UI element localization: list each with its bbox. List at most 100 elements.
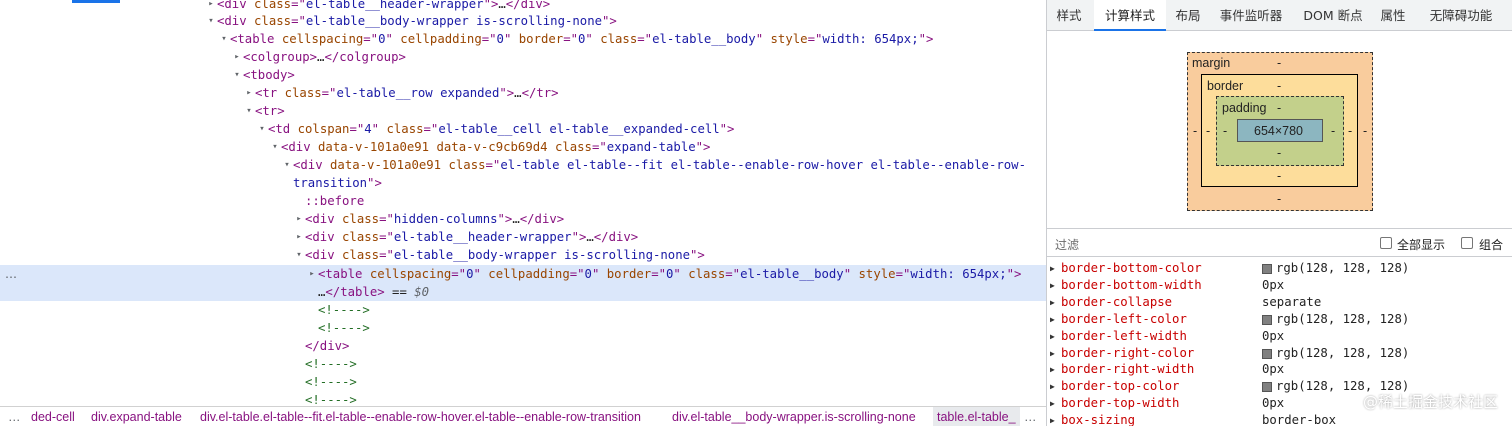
collapse-triangle-icon[interactable]: ▾ bbox=[256, 120, 268, 138]
padding-top-value[interactable]: - bbox=[1277, 101, 1281, 115]
property-value: 0px bbox=[1262, 362, 1285, 377]
expand-triangle-icon[interactable]: ▸ bbox=[243, 84, 255, 102]
color-swatch[interactable] bbox=[1262, 382, 1272, 393]
tree-node[interactable]: ▸ <div class="hidden-columns">…</div> bbox=[0, 210, 1046, 228]
computed-property-row[interactable]: ▶ border-bottom-width 0px bbox=[1047, 277, 1512, 294]
tree-node[interactable]: ▾ <table cellspacing="0" cellpadding="0" … bbox=[0, 30, 1046, 48]
filter-input[interactable]: 过滤 bbox=[1055, 236, 1079, 253]
node-markup: <table cellspacing="0" cellpadding="0" b… bbox=[318, 265, 1021, 283]
tree-node[interactable]: ▾ <td colspan="4" class="el-table__cell e… bbox=[0, 120, 1046, 138]
tree-node[interactable]: <!----> bbox=[0, 391, 1046, 406]
breadcrumb-item[interactable]: ded-cell bbox=[31, 407, 75, 426]
expand-triangle-icon[interactable]: ▶ bbox=[1050, 345, 1055, 362]
node-markup: <div class="el-table__body-wrapper is-sc… bbox=[305, 246, 705, 264]
color-swatch[interactable] bbox=[1262, 314, 1272, 325]
tree-node[interactable]: ▾ <div data-v-101a0e91 class="el-table el… bbox=[0, 156, 1046, 174]
collapse-triangle-icon[interactable]: ▾ bbox=[218, 30, 230, 48]
color-swatch[interactable] bbox=[1262, 348, 1272, 359]
margin-bottom-value[interactable]: - bbox=[1277, 192, 1281, 206]
tab-dom-breakpoints[interactable]: DOM 断点 bbox=[1300, 0, 1366, 31]
collapse-triangle-icon[interactable]: ▾ bbox=[205, 12, 217, 30]
expand-triangle-icon[interactable]: ▶ bbox=[1050, 395, 1055, 412]
expand-triangle-icon[interactable]: ▶ bbox=[1050, 277, 1055, 294]
tab-computed[interactable]: 计算样式 bbox=[1094, 0, 1166, 31]
markup-token: =" bbox=[807, 32, 823, 46]
breadcrumb-item[interactable]: div.expand-table bbox=[91, 407, 182, 426]
property-value: separate bbox=[1262, 294, 1322, 309]
collapse-triangle-icon[interactable]: ▾ bbox=[281, 156, 293, 174]
border-bottom-value[interactable]: - bbox=[1277, 169, 1281, 183]
expand-triangle-icon[interactable]: ▸ bbox=[293, 228, 305, 246]
tab-layout[interactable]: 布局 bbox=[1172, 0, 1204, 31]
markup-token: style bbox=[858, 267, 896, 281]
breadcrumb-scroll-right[interactable]: … bbox=[1024, 407, 1038, 426]
tree-node[interactable]: ::before bbox=[0, 192, 1046, 210]
tree-node[interactable]: <!----> bbox=[0, 373, 1046, 391]
markup-token: </div> bbox=[593, 230, 639, 244]
content-size[interactable]: 654×780 bbox=[1254, 124, 1303, 138]
tab-styles[interactable]: 样式 bbox=[1053, 0, 1085, 31]
padding-left-value[interactable]: - bbox=[1223, 124, 1227, 138]
tree-node[interactable]: ▸ <colgroup>…</colgroup> bbox=[0, 48, 1046, 66]
tree-node[interactable]: ▸ <div class="el-table__header-wrapper">…… bbox=[0, 228, 1046, 246]
show-all-checkbox[interactable] bbox=[1380, 237, 1392, 249]
tree-node-selected[interactable]: …</table> == $0 bbox=[0, 283, 1046, 301]
markup-token: class bbox=[688, 267, 726, 281]
computed-property-row[interactable]: ▶ border-right-color rgb(128, 128, 128) bbox=[1047, 345, 1512, 362]
expand-triangle-icon[interactable]: ▶ bbox=[1050, 378, 1055, 395]
markup-token: class bbox=[254, 0, 292, 11]
tree-node[interactable]: ▾ <tbody> bbox=[0, 66, 1046, 84]
expand-triangle-icon[interactable]: ▶ bbox=[1050, 328, 1055, 345]
computed-property-row[interactable]: ▶ border-left-color rgb(128, 128, 128) bbox=[1047, 311, 1512, 328]
tree-node-selected[interactable]: … ▸ <table cellspacing="0" cellpadding="0"… bbox=[0, 265, 1046, 283]
margin-right-value[interactable]: - bbox=[1363, 124, 1367, 138]
margin-left-value[interactable]: - bbox=[1193, 124, 1197, 138]
color-swatch[interactable] bbox=[1262, 264, 1272, 274]
computed-property-row[interactable]: ▶ border-bottom-color rgb(128, 128, 128) bbox=[1047, 260, 1512, 277]
computed-property-row[interactable]: ▶ border-collapse separate bbox=[1047, 294, 1512, 311]
collapse-triangle-icon[interactable]: ▾ bbox=[269, 138, 281, 156]
breadcrumb-item[interactable]: div.el-table__body-wrapper.is-scrolling-… bbox=[672, 407, 916, 426]
margin-top-value[interactable]: - bbox=[1277, 56, 1281, 70]
collapse-triangle-icon[interactable]: ▾ bbox=[243, 102, 255, 120]
tab-event-listeners[interactable]: 事件监听器 bbox=[1215, 0, 1287, 31]
expand-triangle-icon[interactable]: ▶ bbox=[1050, 361, 1055, 378]
breadcrumb-item-selected[interactable]: table.el-table_ bbox=[933, 407, 1020, 426]
expand-triangle-icon[interactable]: ▶ bbox=[1050, 260, 1055, 277]
tree-node[interactable]: ▾ <div data-v-101a0e91 data-v-c9cb69d4 cl… bbox=[0, 138, 1046, 156]
padding-right-value[interactable]: - bbox=[1331, 124, 1335, 138]
tree-node[interactable]: ▾ <div class="el-table__body-wrapper is-s… bbox=[0, 246, 1046, 264]
expand-triangle-icon[interactable]: ▸ bbox=[231, 48, 243, 66]
border-right-value[interactable]: - bbox=[1348, 124, 1352, 138]
tree-node[interactable]: </div> bbox=[0, 337, 1046, 355]
tree-node[interactable]: <!----> bbox=[0, 355, 1046, 373]
group-checkbox[interactable] bbox=[1461, 237, 1473, 249]
tree-node[interactable]: ▸ <tr class="el-table__row expanded">…</t… bbox=[0, 84, 1046, 102]
tree-node[interactable]: ▾ <div class="el-table__body-wrapper is-s… bbox=[0, 12, 1046, 30]
tree-node[interactable]: <!----> bbox=[0, 319, 1046, 337]
tree-node[interactable]: ▾ <tr> bbox=[0, 102, 1046, 120]
border-left-value[interactable]: - bbox=[1206, 124, 1210, 138]
padding-bottom-value[interactable]: - bbox=[1277, 146, 1281, 160]
tree-node[interactable]: <!----> bbox=[0, 301, 1046, 319]
expand-triangle-icon[interactable]: ▸ bbox=[293, 210, 305, 228]
tree-node[interactable]: transition"> bbox=[0, 174, 1046, 192]
markup-token: <table bbox=[230, 32, 282, 46]
property-value: rgb(128, 128, 128) bbox=[1276, 261, 1410, 275]
elements-tree-pane[interactable]: ▸ <div class="el-table__header-wrapper">…… bbox=[0, 0, 1046, 406]
computed-property-row[interactable]: ▶ border-left-width 0px bbox=[1047, 328, 1512, 345]
expand-triangle-icon[interactable]: ▸ bbox=[306, 265, 318, 283]
breadcrumb-scroll-left[interactable]: … bbox=[8, 407, 22, 426]
computed-property-row[interactable]: ▶ border-right-width 0px bbox=[1047, 361, 1512, 378]
breadcrumb-item[interactable]: div.el-table.el-table--fit.el-table--ena… bbox=[200, 407, 641, 426]
expand-triangle-icon[interactable]: ▶ bbox=[1050, 294, 1055, 311]
collapse-triangle-icon[interactable]: ▾ bbox=[293, 246, 305, 264]
computed-property-row[interactable]: ▶ box-sizing border-box bbox=[1047, 412, 1512, 426]
expand-triangle-icon[interactable]: ▶ bbox=[1050, 311, 1055, 328]
border-top-value[interactable]: - bbox=[1277, 79, 1281, 93]
tab-properties[interactable]: 属性 bbox=[1377, 0, 1409, 31]
node-actions-ellipsis[interactable]: … bbox=[5, 265, 18, 283]
expand-triangle-icon[interactable]: ▶ bbox=[1050, 412, 1055, 426]
collapse-triangle-icon[interactable]: ▾ bbox=[231, 66, 243, 84]
tab-accessibility[interactable]: 无障碍功能 bbox=[1421, 0, 1501, 31]
